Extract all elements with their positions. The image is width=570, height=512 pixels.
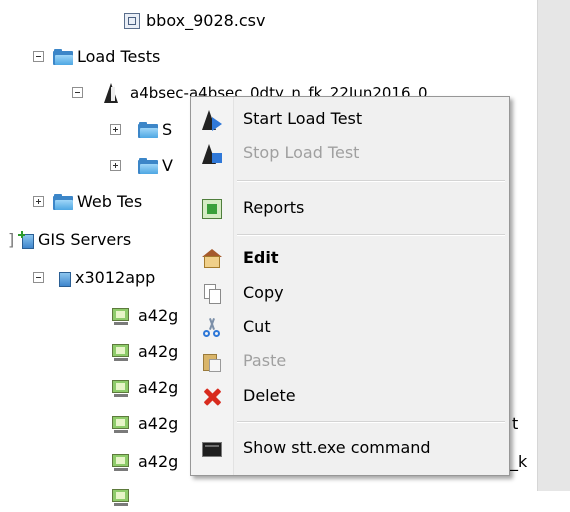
menu-item-start-load-test[interactable]: Start Load Test: [191, 102, 509, 136]
cut-icon: [202, 318, 222, 338]
menu-item-stop-load-test[interactable]: Stop Load Test: [191, 136, 509, 170]
hidden-text-fragment: t: [512, 414, 519, 433]
gis-servers-icon: [18, 231, 36, 249]
gis-server-label: x3012app: [75, 268, 156, 287]
folder-icon: [53, 194, 73, 210]
reports-icon: [202, 199, 222, 219]
machine-icon: [112, 343, 130, 361]
csv-file-icon: [124, 13, 140, 29]
gis-server-icon: [55, 269, 73, 287]
machine-icon: [112, 307, 130, 325]
menu-separator: [237, 421, 505, 423]
menu-item-label: Stop Load Test: [243, 143, 360, 162]
menu-separator: [237, 234, 505, 236]
menu-item-label: Show stt.exe command: [243, 438, 431, 457]
panel-divider: [537, 0, 570, 491]
machine-icon: [112, 415, 130, 433]
machine-label: a42g: [138, 378, 179, 397]
menu-item-label: Cut: [243, 317, 271, 336]
machine-label: a42g: [138, 342, 179, 361]
command-prompt-icon: [202, 442, 222, 457]
menu-item-label: Delete: [243, 386, 296, 405]
menu-item-label: Reports: [243, 198, 305, 217]
folder-icon: [138, 158, 158, 174]
menu-item-delete[interactable]: Delete: [191, 379, 509, 413]
load-test-icon: [102, 83, 120, 103]
load-tests-label: Load Tests: [77, 47, 161, 66]
menu-item-label: Edit: [243, 248, 279, 267]
edit-icon: [202, 249, 222, 269]
menu-item-show-command[interactable]: Show stt.exe command: [191, 431, 509, 465]
delete-icon: [202, 387, 222, 407]
paste-icon: [202, 352, 222, 372]
folder-icon: [53, 49, 73, 65]
hidden-text-fragment: _k: [510, 452, 528, 471]
gis-servers-label: GIS Servers: [38, 230, 132, 249]
expand-toggle[interactable]: [110, 160, 121, 171]
menu-item-cut[interactable]: Cut: [191, 310, 509, 344]
menu-item-label: Start Load Test: [243, 109, 363, 128]
menu-item-label: Copy: [243, 283, 284, 302]
start-load-test-icon: [202, 110, 222, 131]
expand-toggle[interactable]: [33, 196, 44, 207]
subfolder-label: S: [162, 120, 173, 139]
machine-icon: [112, 379, 130, 397]
menu-item-copy[interactable]: Copy: [191, 276, 509, 310]
stop-load-test-icon: [202, 144, 222, 164]
menu-item-reports[interactable]: Reports: [191, 191, 509, 225]
collapse-toggle[interactable]: [33, 51, 44, 62]
context-menu: Start Load Test Stop Load Test Reports E…: [190, 96, 510, 476]
tree-bracket: ]: [8, 230, 15, 249]
menu-item-paste[interactable]: Paste: [191, 344, 509, 378]
machine-label: a42g: [138, 414, 179, 433]
menu-separator: [237, 180, 505, 182]
web-tests-label: Web Tes: [77, 192, 143, 211]
subfolder-label: V: [162, 156, 173, 175]
folder-icon: [138, 122, 158, 138]
machine-icon: [112, 453, 130, 471]
menu-item-edit[interactable]: Edit: [191, 241, 509, 275]
expand-toggle[interactable]: [110, 124, 121, 135]
machine-label: a42g: [138, 452, 179, 471]
menu-item-label: Paste: [243, 351, 287, 370]
csv-file-label: bbox_9028.csv: [146, 11, 266, 30]
collapse-toggle[interactable]: [72, 87, 83, 98]
collapse-toggle[interactable]: [33, 272, 44, 283]
copy-icon: [202, 284, 222, 304]
machine-label: a42g: [138, 306, 179, 325]
